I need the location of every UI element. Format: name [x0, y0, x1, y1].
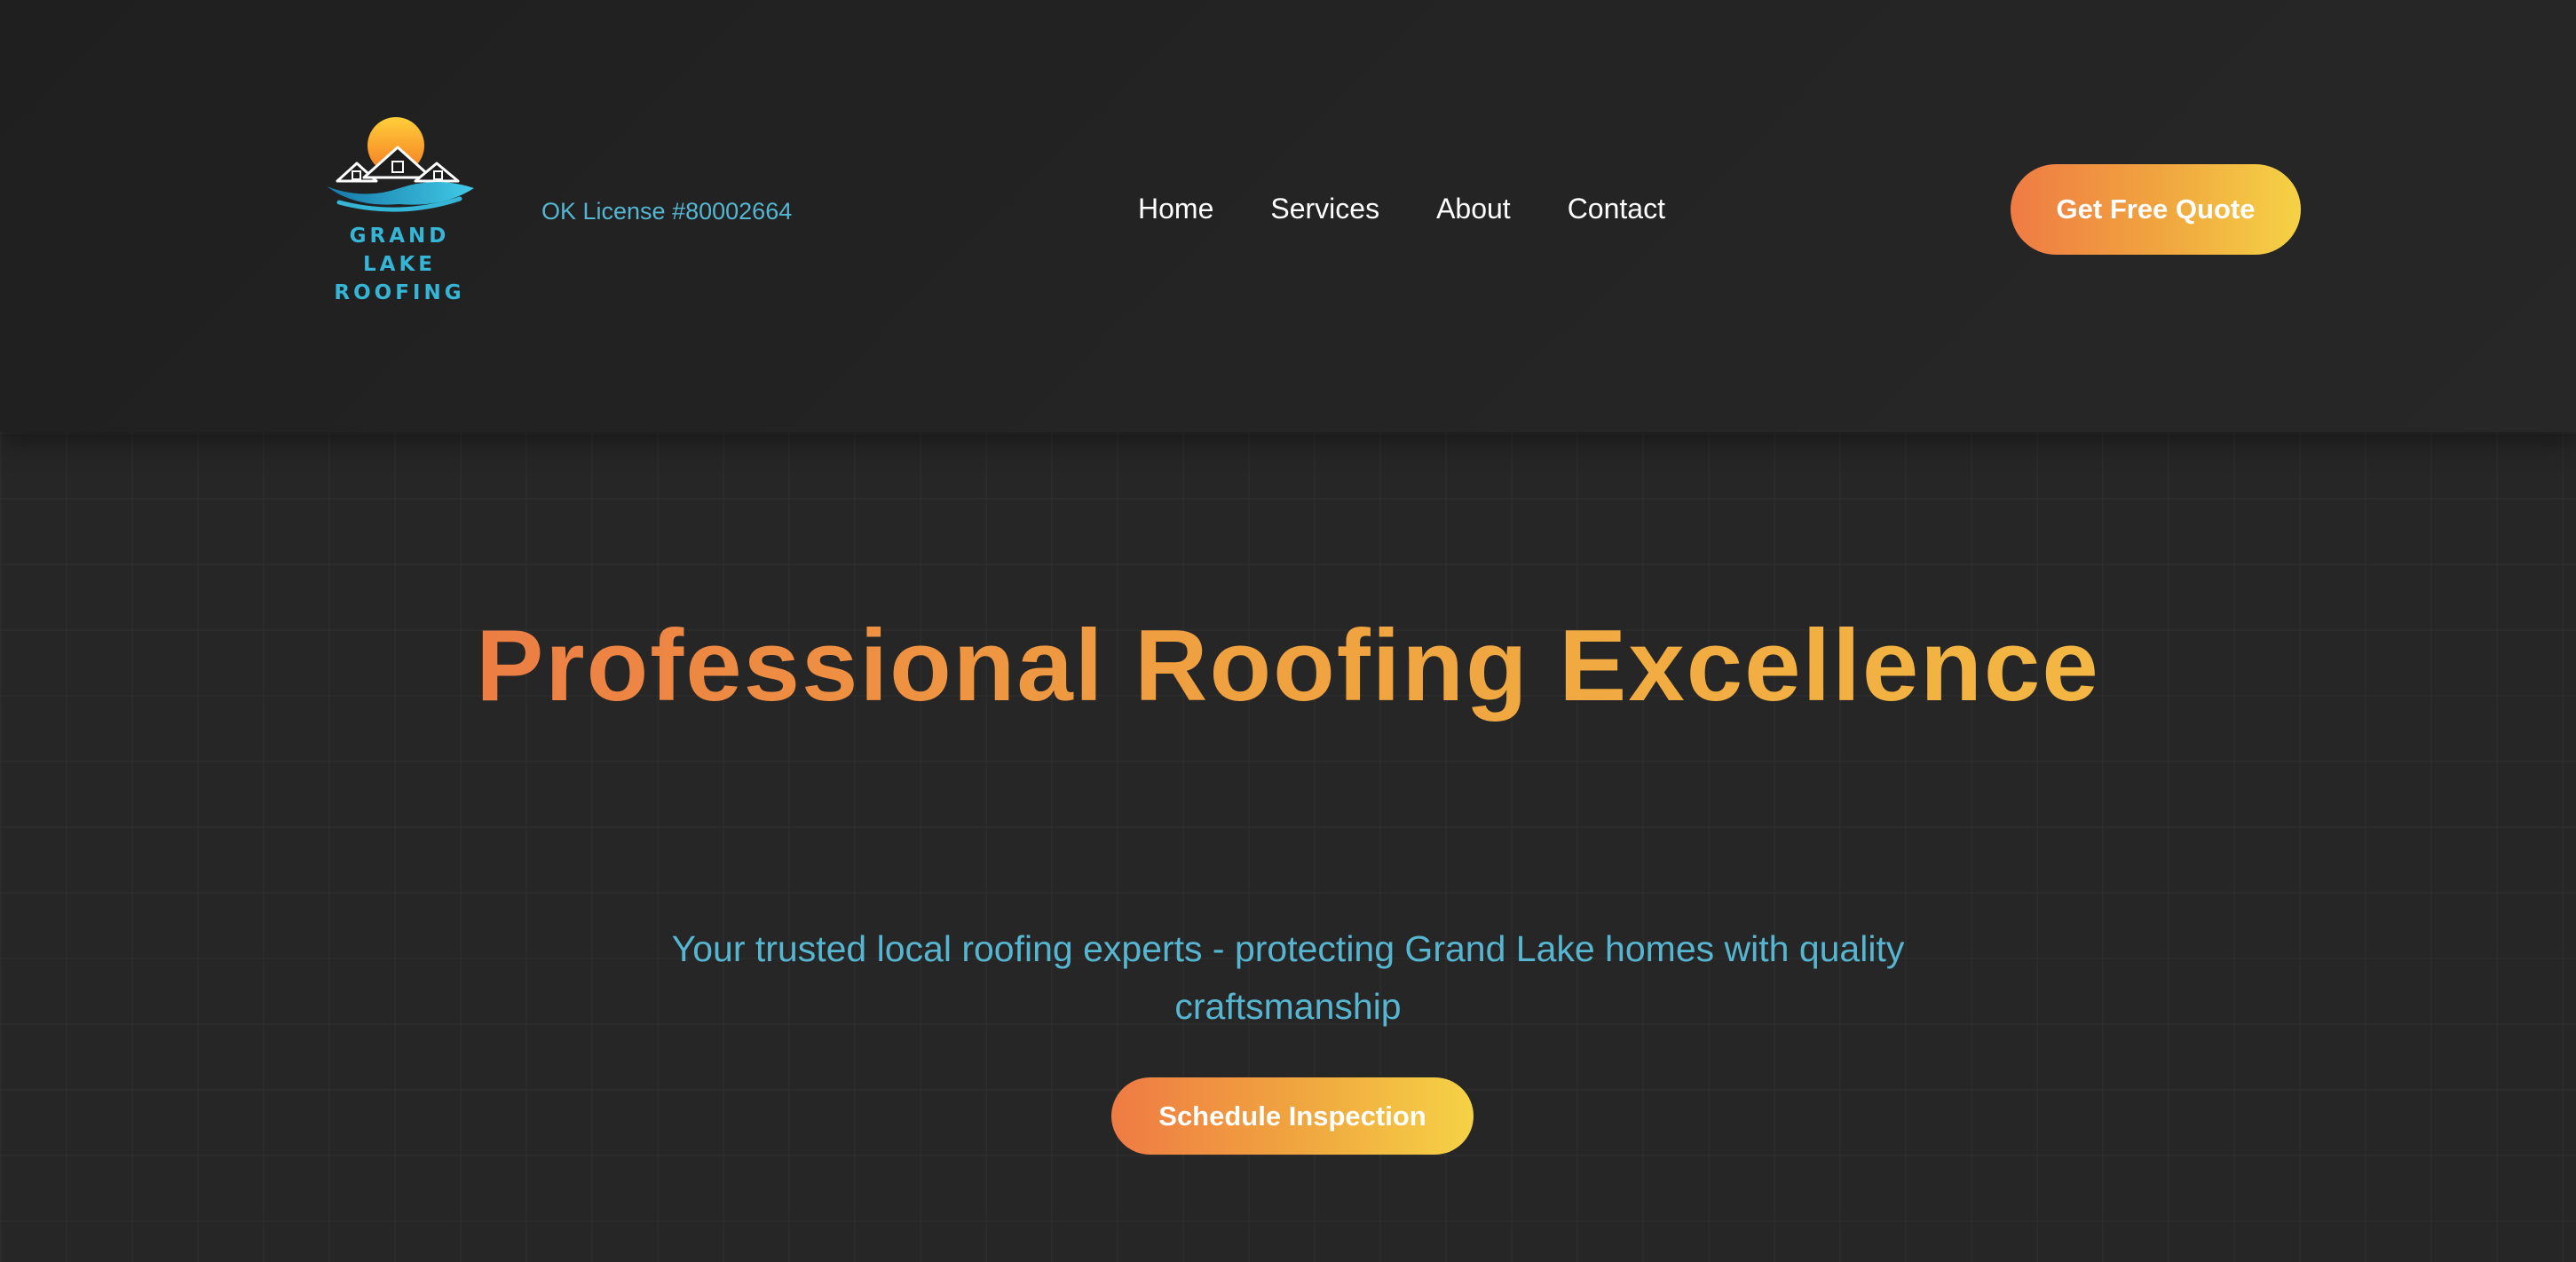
logo[interactable]: GRAND LAKE ROOFING: [311, 115, 488, 304]
main-nav: Home Services About Contact: [1138, 190, 1665, 227]
nav-about-link[interactable]: About: [1436, 190, 1511, 227]
nav-contact-link[interactable]: Contact: [1568, 190, 1665, 227]
nav-services-link[interactable]: Services: [1270, 190, 1379, 227]
hero-section: Professional Roofing Excellence Your tru…: [0, 432, 2576, 1262]
logo-text-line-2: ROOFING: [334, 281, 465, 304]
logo-text-line-1: GRAND LAKE: [349, 225, 450, 276]
get-free-quote-button[interactable]: Get Free Quote: [2011, 164, 2301, 255]
sun-over-roofs-and-waves-logo-icon: [327, 117, 474, 212]
schedule-inspection-button[interactable]: Schedule Inspection: [1111, 1077, 1474, 1155]
logo-text: GRAND LAKE ROOFING: [311, 222, 488, 307]
site-header: GRAND LAKE ROOFING OK License #80002664 …: [0, 0, 2576, 432]
hero-subtitle: Your trusted local roofing experts - pro…: [671, 928, 1905, 1027]
hero-title: Professional Roofing Excellence: [400, 588, 2176, 745]
nav-home-link[interactable]: Home: [1138, 190, 1213, 227]
license-number: OK License #80002664: [541, 198, 793, 225]
